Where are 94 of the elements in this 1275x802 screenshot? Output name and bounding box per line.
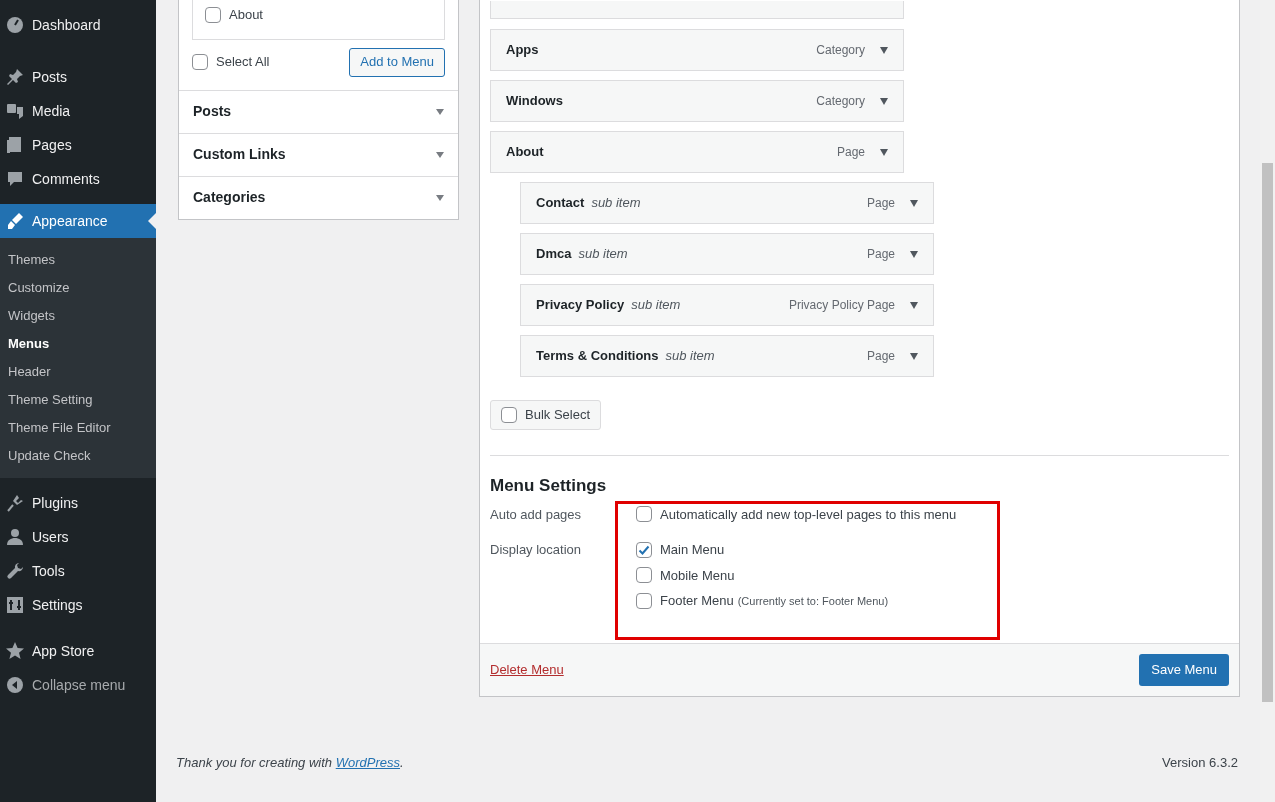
submenu-item[interactable]: Theme File Editor — [0, 414, 156, 442]
location-note: (Currently set to: Footer Menu) — [737, 593, 889, 609]
sidebar-menu-item[interactable]: Tools — [0, 554, 156, 588]
current-menu-pointer — [148, 213, 156, 229]
accordion-section[interactable]: Posts — [179, 89, 458, 133]
media-icon — [5, 101, 25, 121]
sidebar-menu-item[interactable]: Comments — [0, 162, 156, 196]
sidebar-menu-item[interactable]: Plugins — [0, 486, 156, 520]
pushpin-icon — [5, 67, 25, 87]
accordion-section[interactable]: Custom Links — [179, 132, 458, 176]
item-type-text: Page — [866, 195, 895, 212]
menu-item-title: Apps — [506, 41, 539, 60]
wordpress-link[interactable]: WordPress — [335, 754, 400, 770]
caret-icon — [436, 151, 444, 158]
star-icon — [5, 641, 25, 661]
version-text: Version 6.3.2 — [1162, 753, 1238, 772]
menu-item-bar[interactable]: Dmca sub item Page — [520, 233, 934, 275]
submenu-item[interactable]: Update Check — [0, 442, 156, 470]
menu-item-title: Privacy Policy — [536, 296, 625, 315]
delete-menu-link[interactable]: Delete Menu — [490, 659, 564, 680]
sidebar-menu-item[interactable]: Appearance — [0, 204, 156, 238]
checkbox[interactable] — [636, 567, 652, 584]
checkbox[interactable] — [205, 6, 221, 23]
caret-icon[interactable] — [910, 352, 918, 360]
item-type-text: Page — [866, 246, 895, 263]
submenu-item[interactable]: Header — [0, 358, 156, 386]
menu-item-bar[interactable]: Contact sub item Page — [520, 182, 934, 224]
menu-item-bar[interactable]: Apps Category — [490, 29, 904, 71]
menu-item-title: About — [506, 143, 544, 162]
add-to-menu-button[interactable]: Add to Menu — [349, 47, 445, 77]
accordion-section[interactable]: Categories — [179, 175, 458, 219]
menu-item-title: Contact — [536, 194, 585, 213]
menu-item-bar[interactable]: Windows Category — [490, 80, 904, 122]
checkbox[interactable] — [192, 54, 208, 70]
item-type-text: Page — [866, 348, 895, 365]
caret-icon[interactable] — [880, 46, 888, 54]
menu-item-bar[interactable]: About Page — [490, 131, 904, 173]
caret-icon[interactable] — [910, 250, 918, 258]
paintbrush-icon — [5, 211, 25, 231]
caret-icon — [436, 108, 444, 115]
checkbox[interactable] — [636, 541, 652, 558]
submenu-item[interactable]: Customize — [0, 274, 156, 302]
sidebar-menu-item[interactable]: Dashboard — [0, 8, 156, 42]
submenu-item[interactable]: Theme Setting — [0, 386, 156, 414]
collapse-menu-button[interactable]: Collapse menu — [0, 668, 156, 702]
item-type-text: Category — [816, 93, 865, 110]
caret-icon[interactable] — [910, 199, 918, 207]
item-type-text: Privacy Policy Page — [788, 297, 895, 314]
checkbox-label[interactable]: Main Menu — [660, 540, 725, 560]
checkbox[interactable] — [636, 592, 652, 609]
submenu-item[interactable]: Themes — [0, 246, 156, 274]
checkbox-label[interactable]: Footer Menu — [660, 591, 734, 611]
menu-item-bar[interactable]: Privacy Policy sub item Privacy Policy Page — [520, 284, 934, 326]
sub-item-label: sub item — [591, 194, 641, 213]
sub-item-label: sub item — [665, 347, 715, 366]
sidebar-menu-item[interactable]: Settings — [0, 588, 156, 622]
caret-icon[interactable] — [880, 148, 888, 156]
bulk-select-button[interactable]: Bulk Select — [490, 400, 602, 430]
submenu-item[interactable]: Menus — [0, 330, 156, 358]
checkbox-label[interactable]: About — [229, 5, 263, 25]
checkbox-label[interactable]: Automatically add new top-level pages to this menu — [660, 504, 957, 524]
wrench-icon — [5, 561, 25, 581]
checkbox[interactable] — [501, 407, 517, 423]
menu-item-title: Terms & Conditions — [536, 347, 659, 366]
checkbox-label[interactable]: Mobile Menu — [660, 565, 735, 585]
plug-icon — [5, 493, 25, 513]
menu-item-title: Windows — [506, 92, 563, 111]
sub-item-label: sub item — [578, 245, 628, 264]
sliders-icon — [5, 595, 25, 615]
sidebar-menu-item[interactable]: Pages — [0, 128, 156, 162]
caret-icon[interactable] — [880, 97, 888, 105]
sidebar-menu-item[interactable]: App Store — [0, 634, 156, 668]
sub-item-label: sub item — [631, 296, 681, 315]
collapse-icon — [5, 675, 25, 695]
save-menu-button[interactable]: Save Menu — [1139, 653, 1229, 686]
sidebar-menu-item[interactable]: Posts — [0, 60, 156, 94]
sidebar-menu-item[interactable]: Media — [0, 94, 156, 128]
footer-credit-text: Thank you for creating with WordPress. — [176, 753, 404, 772]
field-label: Auto add pages — [490, 505, 583, 524]
field-label: Display location — [490, 541, 583, 559]
checkbox-label[interactable]: Select All — [216, 52, 270, 72]
speech-bubble-icon — [5, 169, 25, 189]
submenu-item[interactable]: Widgets — [0, 302, 156, 330]
item-type-text: Page — [836, 144, 865, 161]
user-icon — [5, 527, 25, 547]
caret-icon[interactable] — [910, 301, 918, 309]
menu-item-bar[interactable]: Terms & Conditions sub item Page — [520, 335, 934, 377]
menu-item-title: Dmca — [536, 245, 572, 264]
checkbox[interactable] — [636, 506, 652, 523]
caret-icon — [436, 194, 444, 201]
sidebar-menu-item[interactable]: Users — [0, 520, 156, 554]
dashboard-icon — [5, 15, 25, 35]
item-type-text: Category — [816, 42, 865, 59]
section-heading: Menu Settings — [490, 475, 608, 497]
